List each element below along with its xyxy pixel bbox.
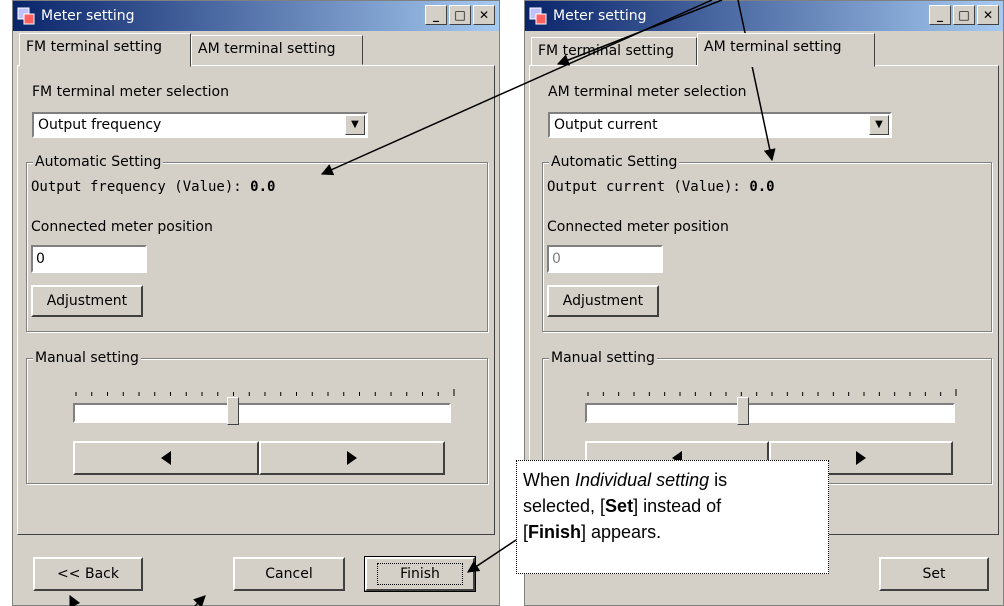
- close-button[interactable]: ✕: [977, 5, 999, 25]
- right-arrow-icon: [856, 451, 866, 465]
- meter-selection-dropdown[interactable]: Output frequency ▼: [32, 112, 368, 138]
- meter-selection-value: Output frequency: [38, 117, 162, 133]
- value-number: 0.0: [250, 179, 276, 195]
- position-label: Connected meter position: [31, 219, 213, 235]
- callout-text: ] appears.: [581, 522, 662, 542]
- position-label: Connected meter position: [547, 219, 729, 235]
- callout-text: is: [709, 470, 728, 490]
- callout-text: selected, [: [523, 496, 606, 516]
- close-button[interactable]: ✕: [473, 5, 495, 25]
- maximize-button[interactable]: □: [953, 5, 975, 25]
- chevron-down-icon[interactable]: ▼: [869, 115, 889, 135]
- value-number: 0.0: [749, 179, 775, 195]
- cancel-button[interactable]: Cancel: [233, 557, 345, 591]
- value-readout: Output current (Value): 0.0: [547, 179, 775, 195]
- window-title: Meter setting: [553, 8, 647, 24]
- value-label: Output frequency (Value):: [31, 179, 242, 195]
- minimize-button[interactable]: _: [929, 5, 951, 25]
- callout-note: When Individual setting is selected, [Se…: [516, 460, 829, 574]
- manual-slider-track[interactable]: [73, 403, 451, 423]
- back-button[interactable]: << Back: [33, 557, 143, 591]
- position-input[interactable]: 0: [31, 245, 147, 273]
- decrease-button[interactable]: [73, 441, 259, 475]
- callout-line-2: selected, [Set] instead of: [523, 493, 822, 519]
- maximize-button[interactable]: □: [449, 5, 471, 25]
- callout-line-3: [Finish] appears.: [523, 519, 822, 545]
- tab-fm-terminal-setting[interactable]: FM terminal setting: [531, 37, 697, 67]
- manual-setting-legend: Manual setting: [33, 349, 141, 367]
- tab-am-terminal-setting[interactable]: AM terminal setting: [191, 35, 363, 65]
- set-button[interactable]: Set: [879, 557, 989, 591]
- meter-selection-value: Output current: [554, 117, 658, 133]
- app-icon: [17, 7, 35, 25]
- position-input[interactable]: 0: [547, 245, 663, 273]
- tab-fm-terminal-setting[interactable]: FM terminal setting: [19, 33, 191, 67]
- manual-slider-thumb[interactable]: [737, 397, 749, 425]
- app-icon: [529, 7, 547, 25]
- callout-text: ] instead of: [633, 496, 722, 516]
- finish-button[interactable]: Finish: [364, 556, 476, 592]
- value-label: Output current (Value):: [547, 179, 741, 195]
- tab-am-terminal-setting[interactable]: AM terminal setting: [697, 33, 875, 67]
- chevron-down-icon[interactable]: ▼: [345, 115, 365, 135]
- meter-selection-label: FM terminal meter selection: [32, 84, 229, 100]
- callout-text: When: [523, 470, 576, 490]
- slider-ticks: [587, 389, 957, 396]
- callout-emphasis: Individual setting: [575, 470, 710, 490]
- tab-panel: FM terminal meter selection Output frequ…: [17, 65, 495, 535]
- meter-selection-dropdown[interactable]: Output current ▼: [548, 112, 892, 138]
- automatic-setting-legend: Automatic Setting: [549, 153, 680, 171]
- callout-line-1: When Individual setting is: [523, 467, 822, 493]
- left-window: Meter setting _ □ ✕ FM terminal setting …: [12, 0, 500, 606]
- finish-label: Finish: [377, 563, 463, 585]
- callout-bold: Set: [605, 496, 634, 516]
- right-arrow-icon: [347, 451, 357, 465]
- minimize-button[interactable]: _: [425, 5, 447, 25]
- manual-slider-thumb[interactable]: [227, 397, 239, 425]
- value-readout: Output frequency (Value): 0.0: [31, 179, 275, 195]
- automatic-setting-group: Automatic Setting Output current (Value)…: [542, 153, 992, 332]
- manual-slider-track[interactable]: [585, 403, 955, 423]
- left-arrow-icon: [161, 451, 171, 465]
- window-title: Meter setting: [41, 8, 135, 24]
- manual-setting-legend: Manual setting: [549, 349, 657, 367]
- callout-bold: Finish: [528, 522, 582, 542]
- adjustment-button[interactable]: Adjustment: [31, 285, 143, 317]
- right-titlebar[interactable]: Meter setting _ □ ✕: [525, 1, 1003, 31]
- increase-button[interactable]: [259, 441, 445, 475]
- manual-setting-group: Manual setting: [26, 349, 488, 484]
- adjustment-button[interactable]: Adjustment: [547, 285, 659, 317]
- automatic-setting-group: Automatic Setting Output frequency (Valu…: [26, 153, 488, 332]
- automatic-setting-legend: Automatic Setting: [33, 153, 164, 171]
- left-titlebar[interactable]: Meter setting _ □ ✕: [13, 1, 499, 31]
- slider-ticks: [75, 389, 455, 396]
- meter-selection-label: AM terminal meter selection: [548, 84, 747, 100]
